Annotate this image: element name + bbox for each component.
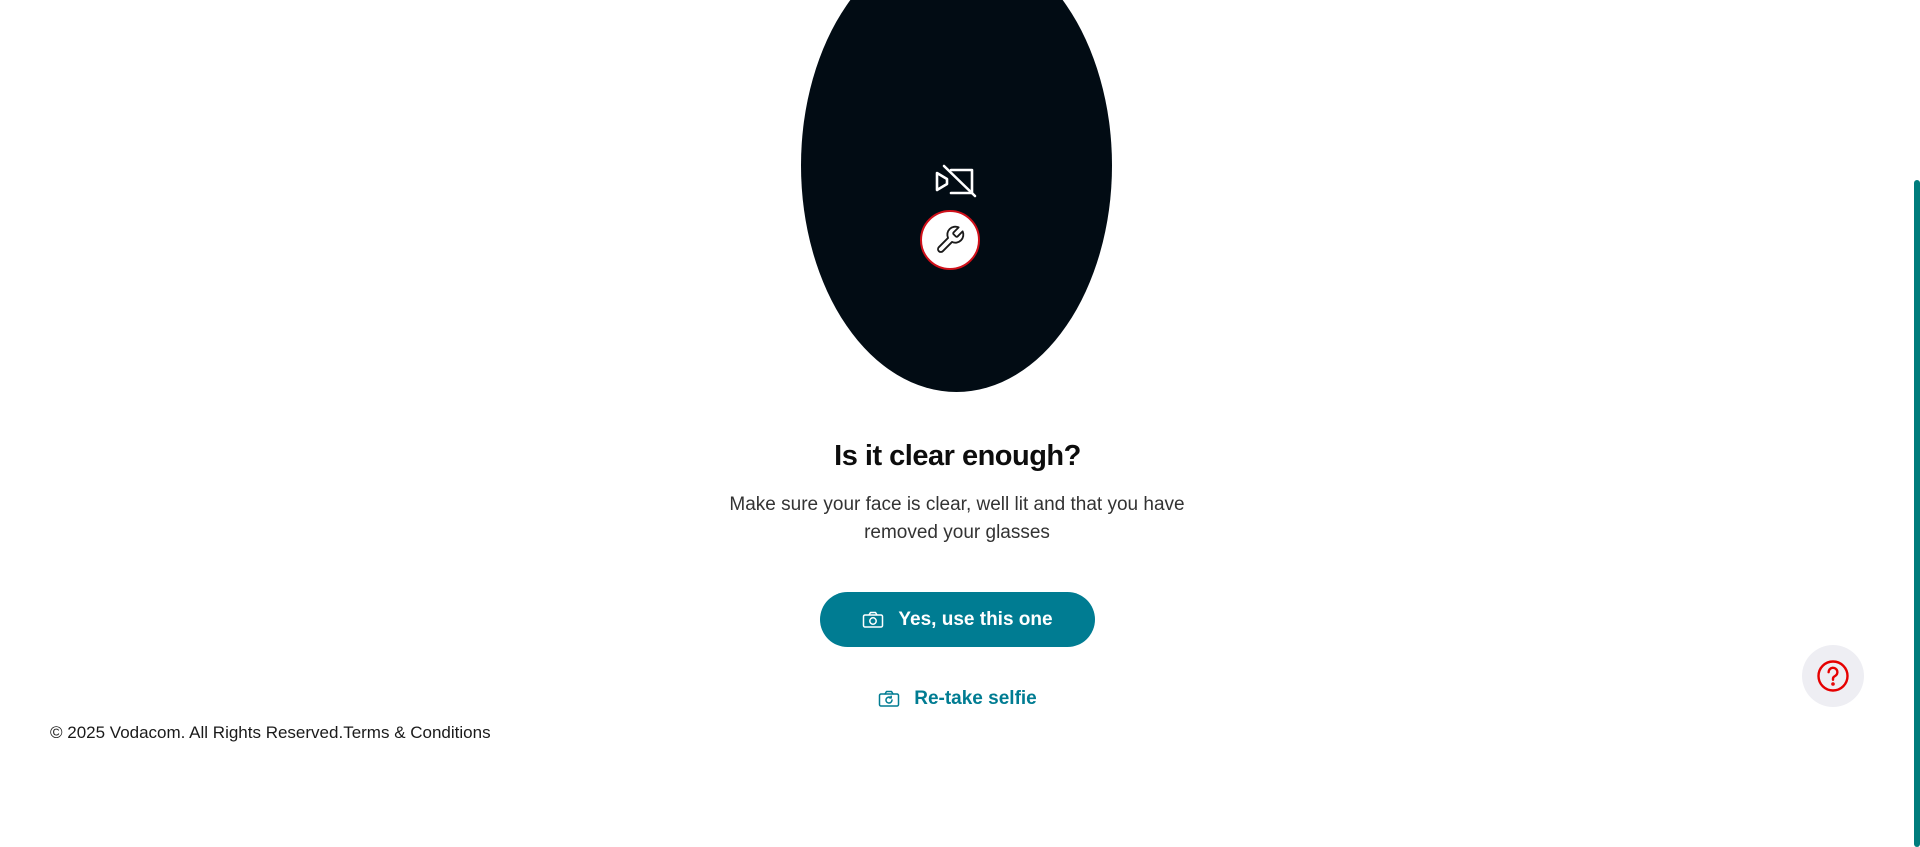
use-this-selfie-label: Yes, use this one: [898, 608, 1053, 630]
footer: © 2025 Vodacom. All Rights Reserved.Term…: [50, 723, 491, 743]
selfie-review-page: Is it clear enough? Make sure your face …: [0, 0, 1920, 847]
help-icon: [1817, 660, 1849, 692]
terms-link[interactable]: Terms & Conditions: [343, 723, 490, 742]
camera-settings-button[interactable]: [920, 210, 980, 270]
help-button[interactable]: [1802, 645, 1864, 707]
camera-off-icon: [935, 164, 977, 198]
retake-selfie-label: Re-take selfie: [914, 688, 1037, 709]
camera-retake-icon: [878, 690, 900, 707]
use-this-selfie-button[interactable]: Yes, use this one: [820, 592, 1095, 647]
page-title: Is it clear enough?: [834, 440, 1081, 472]
wrench-icon: [937, 225, 965, 253]
page-subtitle: Make sure your face is clear, well lit a…: [729, 494, 1185, 543]
scrollbar-thumb[interactable]: [1914, 180, 1920, 847]
camera-icon: [863, 611, 884, 628]
copyright-text: © 2025 Vodacom. All Rights Reserved.: [50, 723, 344, 742]
retake-selfie-button[interactable]: Re-take selfie: [870, 682, 1045, 716]
